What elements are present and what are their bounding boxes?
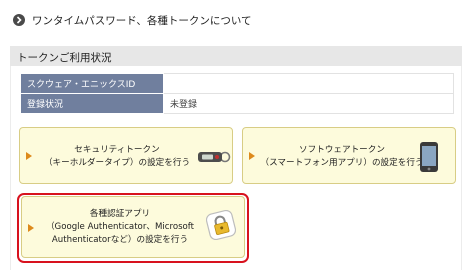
row-label-registration-status: 登録状況 xyxy=(20,93,164,114)
smartphone-icon xyxy=(419,141,439,177)
token-status-table: スクウェア・エニックスID 登録状況 未登録 xyxy=(20,73,454,114)
table-row: 登録状況 未登録 xyxy=(20,93,454,114)
software-token-label: ソフトウェアトークン （スマートフォン用アプリ）の設定を行う xyxy=(259,144,425,170)
breadcrumb-label[interactable]: ワンタイムパスワード、各種トークンについて xyxy=(32,13,252,28)
row-label-square-enix-id: スクウェア・エニックスID xyxy=(20,73,164,94)
arrow-right-icon xyxy=(26,152,32,160)
security-token-title: セキュリティトークン xyxy=(74,145,160,155)
software-token-subtitle: （スマートフォン用アプリ）の設定を行う xyxy=(260,158,424,168)
section-title: トークンご利用状況 xyxy=(17,52,112,64)
table-row: スクウェア・エニックスID xyxy=(20,73,454,94)
security-token-button[interactable]: セキュリティトークン （キーホルダータイプ）の設定を行う xyxy=(19,127,233,184)
security-token-label: セキュリティトークン （キーホルダータイプ）の設定を行う xyxy=(38,144,196,170)
security-token-subtitle: （キーホルダータイプ）の設定を行う xyxy=(43,158,191,168)
keychain-token-icon xyxy=(197,147,231,171)
software-token-button[interactable]: ソフトウェアトークン （スマートフォン用アプリ）の設定を行う xyxy=(242,127,456,184)
breadcrumb: ワンタイムパスワード、各種トークンについて xyxy=(0,0,474,40)
row-value-registration-status: 未登録 xyxy=(163,93,454,114)
software-token-title: ソフトウェアトークン xyxy=(299,145,385,155)
row-value-square-enix-id xyxy=(163,73,454,94)
arrow-right-icon xyxy=(249,152,255,160)
section-header: トークンご利用状況 xyxy=(10,46,462,66)
highlight-frame xyxy=(17,193,249,263)
chevron-right-icon xyxy=(13,14,25,26)
